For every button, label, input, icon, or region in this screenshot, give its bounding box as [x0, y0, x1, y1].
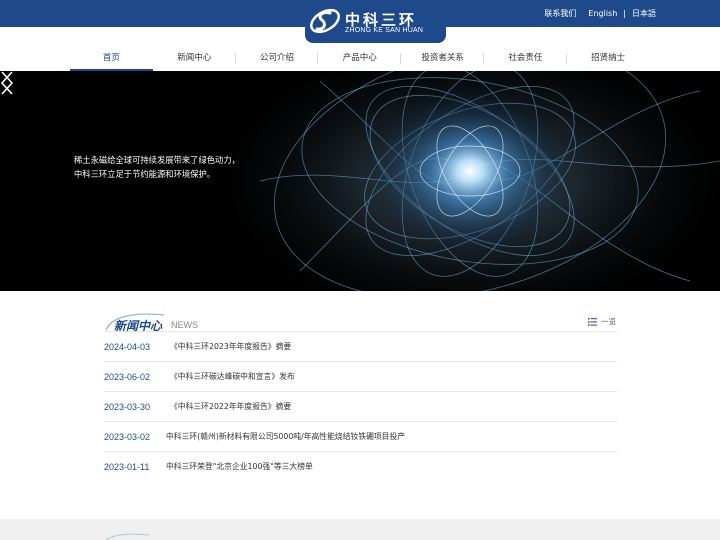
footer-section: [0, 519, 720, 540]
news-list: 2024-04-03 《中科三环2023年年度报告》摘要 2023-06-02 …: [104, 331, 617, 481]
banner-caption: 稀土永磁给全球可持续发展带来了绿色动力， 中科三环立足于节约能源和环境保护。: [74, 153, 240, 181]
nav-item-label: 招贤纳士: [591, 53, 626, 63]
list-icon: [588, 317, 597, 326]
nav-item-careers[interactable]: 招贤纳士: [567, 48, 650, 71]
nav-item-label: 公司介绍: [259, 53, 294, 63]
logo-text-en: ZHONG KE SAN HUAN: [345, 27, 424, 34]
news-item[interactable]: 2023-01-11 中科三环荣登"北京企业100强"等三大榜单: [104, 451, 617, 481]
contact-link[interactable]: 联系我们: [544, 8, 576, 19]
news-date: 2023-01-11: [104, 461, 150, 472]
swoosh-icon: [105, 533, 150, 540]
nav-item-label: 产品中心: [342, 53, 377, 63]
news-item[interactable]: 2023-03-02 中科三环(赣州)新材料有限公司5000吨/年高性能烧结钕铁…: [104, 421, 617, 451]
english-link[interactable]: English: [588, 9, 617, 18]
more-label: 一览: [601, 317, 616, 326]
chevron-right-icon[interactable]: [0, 71, 14, 95]
nav-item-label: 社会责任: [508, 53, 543, 63]
more-link[interactable]: 一览: [588, 316, 616, 327]
nav-item-investors[interactable]: 投资者关系: [401, 48, 484, 71]
main-nav: 首页 新闻中心 公司介绍 产品中心 投资者关系 社会责任 招贤纳士: [70, 48, 650, 71]
news-date: 2023-06-02: [104, 371, 151, 382]
link-separator: |: [623, 9, 626, 18]
nav-item-label: 首页: [102, 53, 120, 63]
news-link[interactable]: 《中科三环2022年年度报告》摘要: [170, 401, 291, 412]
nav-item-news[interactable]: 新闻中心: [153, 48, 236, 71]
news-date: 2024-04-03: [104, 341, 151, 352]
news-section-header: 新闻中心 NEWS 一览: [104, 310, 617, 333]
news-date: 2023-03-02: [104, 431, 151, 442]
nav-item-label: 投资者关系: [421, 53, 464, 63]
news-title-en: NEWS: [171, 320, 198, 330]
banner-caption-line: 稀土永磁给全球可持续发展带来了绿色动力，: [74, 155, 240, 165]
news-link[interactable]: 《中科三环2023年年度报告》摘要: [170, 341, 291, 352]
news-item[interactable]: 2023-06-02 《中科三环碳达峰碳中和宣言》发布: [104, 361, 617, 391]
news-item[interactable]: 2024-04-03 《中科三环2023年年度报告》摘要: [104, 331, 617, 361]
logo[interactable]: 中科三环 ZHONG KE SAN HUAN: [305, 0, 446, 43]
nav-item-products[interactable]: 产品中心: [318, 48, 402, 71]
nav-item-home[interactable]: 首页: [70, 48, 153, 71]
news-link[interactable]: 中科三环(赣州)新材料有限公司5000吨/年高性能烧结钕铁硼项目投产: [166, 431, 405, 442]
news-link[interactable]: 《中科三环碳达峰碳中和宣言》发布: [170, 371, 295, 382]
logo-mark-icon: [310, 8, 340, 34]
nav-item-about[interactable]: 公司介绍: [236, 48, 319, 71]
news-date: 2023-03-30: [104, 401, 151, 412]
news-item[interactable]: 2023-03-30 《中科三环2022年年度报告》摘要: [104, 391, 617, 421]
fractal-art-image: [0, 71, 720, 291]
hero-banner: 稀土永磁给全球可持续发展带来了绿色动力， 中科三环立足于节约能源和环境保护。: [0, 71, 720, 291]
nav-item-responsibility[interactable]: 社会责任: [484, 48, 567, 71]
nav-item-label: 新闻中心: [177, 53, 212, 63]
news-link[interactable]: 中科三环荣登"北京企业100强"等三大榜单: [166, 461, 313, 472]
top-links: 联系我们 English | 日本語: [544, 8, 656, 19]
japanese-link[interactable]: 日本語: [632, 8, 656, 19]
banner-caption-line: 中科三环立足于节约能源和环境保护。: [74, 169, 216, 179]
page: 中科三环 ZHONG KE SAN HUAN 联系我们 English | 日本…: [0, 0, 720, 540]
